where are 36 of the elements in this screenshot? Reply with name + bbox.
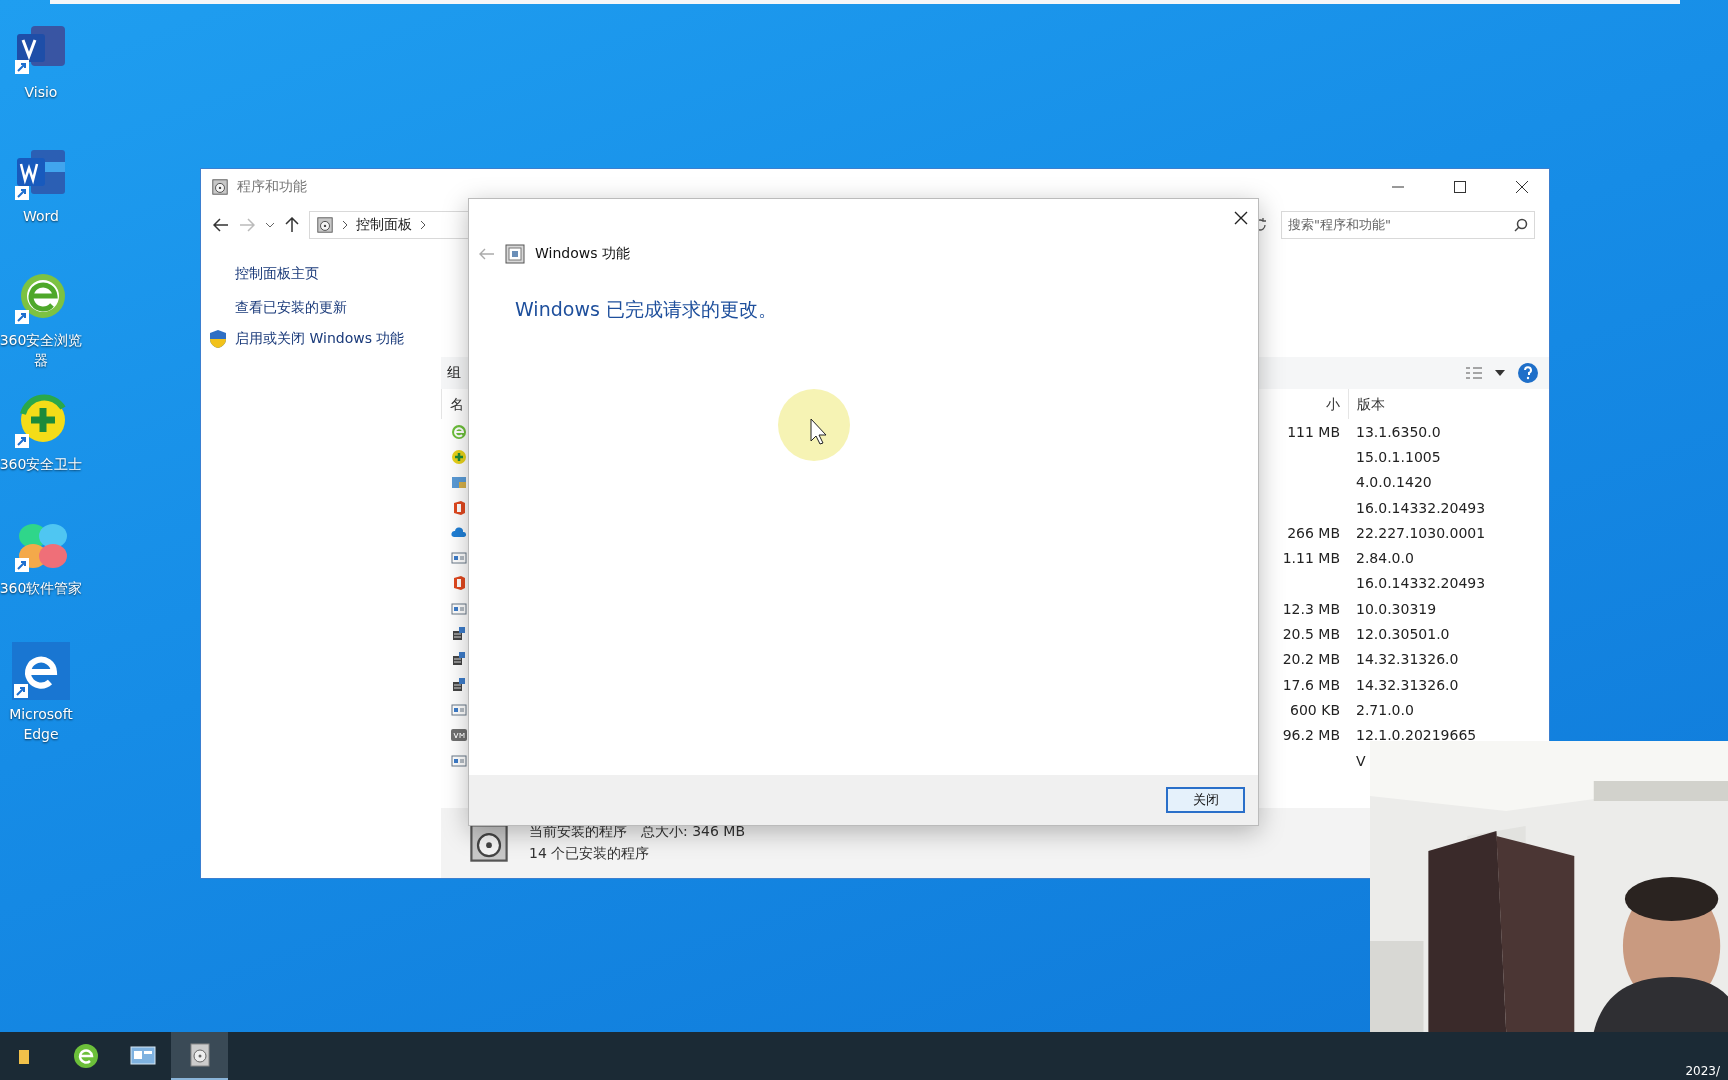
version-cell-text: 2.84.0.0 xyxy=(1355,550,1415,567)
sidebar-link[interactable]: 控制面板主页 xyxy=(201,265,441,299)
size-cell-text: 17.6 MB xyxy=(1281,676,1341,693)
version-cell-text: 14.32.31326.0 xyxy=(1355,676,1460,693)
version-cell-text: 15.0.1.1005 xyxy=(1355,448,1442,465)
search-field[interactable]: 搜索"程序和功能" xyxy=(1281,211,1535,239)
size-cell-text: 12.3 MB xyxy=(1281,600,1341,617)
size-cell-text: 266 MB xyxy=(1286,524,1341,541)
dialog-title: Windows 功能 xyxy=(535,245,630,263)
size-cell-text: 96.2 MB xyxy=(1281,727,1341,744)
version-cell-text: 13.1.6350.0 xyxy=(1355,423,1442,440)
version-cell-text: 22.227.1030.0001 xyxy=(1355,524,1487,541)
size-cell-text: 111 MB xyxy=(1286,423,1341,440)
column-header[interactable]: 版本 xyxy=(1348,389,1520,419)
version-cell-text: 4.0.0.1420 xyxy=(1355,474,1433,491)
version-cell-text: 12.1.0.20219665 xyxy=(1355,727,1478,744)
close-button[interactable]: 关闭 xyxy=(1166,787,1245,813)
version-cell-text: 16.0.14332.20493 xyxy=(1355,575,1487,592)
program-count: 14 个已安装的程序 xyxy=(529,845,651,863)
version-cell-text: V xyxy=(1355,752,1367,769)
desktop-icon-label[interactable]: Microsoft Edge xyxy=(0,704,89,744)
clock-date: 2023/ xyxy=(1685,1064,1720,1078)
version-cell-text: 2.71.0.0 xyxy=(1355,701,1415,718)
size-cell-text: 600 KB xyxy=(1289,701,1341,718)
version-cell-text: 14.32.31326.0 xyxy=(1355,651,1460,668)
version-cell-text: 16.0.14332.20493 xyxy=(1355,499,1487,516)
size-cell-text: 20.2 MB xyxy=(1281,651,1341,668)
size-cell-text: 20.5 MB xyxy=(1281,626,1341,642)
sidebar-link[interactable]: 启用或关闭 Windows 功能 xyxy=(235,330,405,348)
size-cell-text: 1.11 MB xyxy=(1281,550,1341,567)
breadcrumb-item[interactable]: 控制面板 xyxy=(356,216,412,234)
total-size: 总大小: 346 MB xyxy=(641,823,746,841)
version-cell-text: 10.0.30319 xyxy=(1355,600,1438,617)
completion-message: Windows 已完成请求的更改。 xyxy=(515,297,778,322)
window-title: 程序和功能 xyxy=(237,178,308,196)
version-cell-text: 12.0.30501.0 xyxy=(1355,626,1451,642)
